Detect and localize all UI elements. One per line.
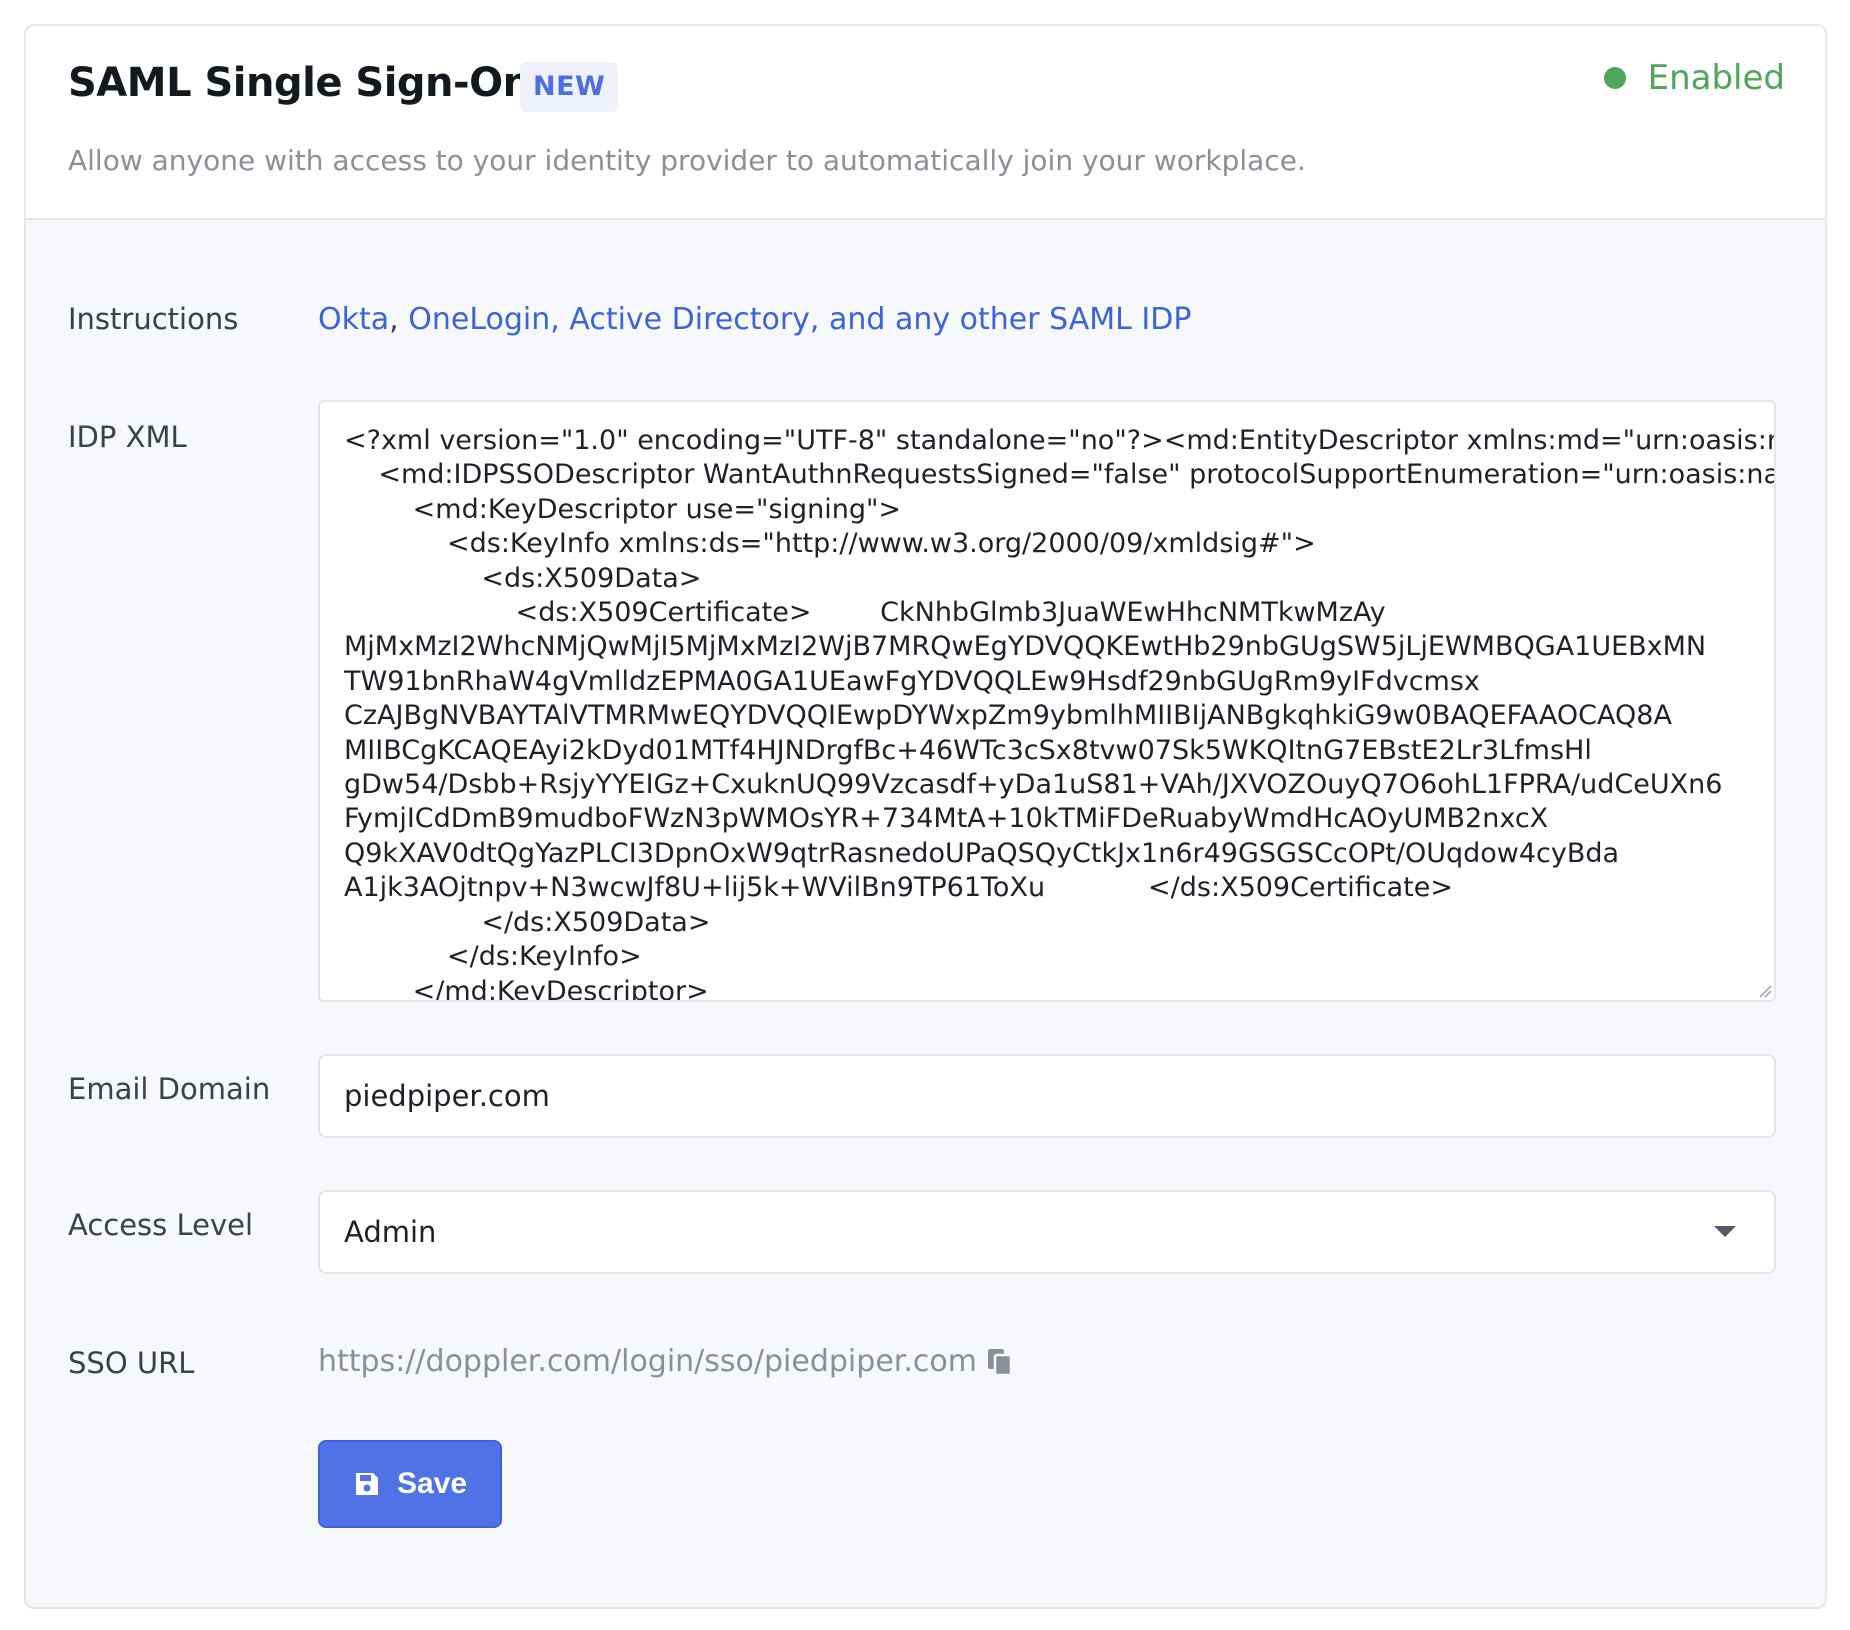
save-button-label: Save <box>396 1467 468 1500</box>
copy-icon[interactable] <box>985 1346 1015 1378</box>
status-dot-icon <box>1603 67 1626 89</box>
instructions-separator: , <box>389 302 399 337</box>
email-domain-label: Email Domain <box>68 1072 271 1106</box>
okta-link[interactable]: Okta <box>318 302 389 337</box>
access-level-selected: Admin <box>344 1215 437 1249</box>
floppy-disk-icon <box>355 1473 378 1495</box>
saml-settings-card: SAML Single Sign-On NEW Enabled Allow an… <box>24 24 1827 1609</box>
email-domain-input[interactable]: piedpiper.com <box>318 1054 1776 1138</box>
idp-xml-label: IDP XML <box>68 420 187 454</box>
sso-url-value: https://doppler.com/login/sso/piedpiper.… <box>318 1344 977 1379</box>
access-level-select[interactable]: Admin <box>318 1190 1776 1274</box>
idp-xml-textarea[interactable]: <?xml version="1.0" encoding="UTF-8" sta… <box>318 400 1776 1002</box>
card-header: SAML Single Sign-On NEW Enabled Allow an… <box>26 26 1825 220</box>
resize-handle-icon[interactable] <box>1758 984 1772 998</box>
idp-xml-content: <?xml version="1.0" encoding="UTF-8" sta… <box>344 425 1774 1002</box>
page-subtitle: Allow anyone with access to your identit… <box>68 144 1306 177</box>
sso-url-label: SSO URL <box>68 1346 195 1380</box>
save-button[interactable]: Save <box>318 1440 502 1528</box>
instructions-label: Instructions <box>68 302 239 336</box>
other-idp-link[interactable]: OneLogin, Active Directory, and any othe… <box>408 302 1191 337</box>
status-indicator: Enabled <box>1603 58 1785 98</box>
chevron-down-icon <box>1714 1226 1736 1237</box>
new-badge: NEW <box>520 62 619 112</box>
access-level-label: Access Level <box>68 1208 254 1242</box>
instructions-links: Okta, OneLogin, Active Directory, and an… <box>318 302 1191 337</box>
page-title: SAML Single Sign-On <box>68 60 531 106</box>
status-text: Enabled <box>1647 58 1785 98</box>
sso-url-row: https://doppler.com/login/sso/piedpiper.… <box>318 1344 1015 1379</box>
